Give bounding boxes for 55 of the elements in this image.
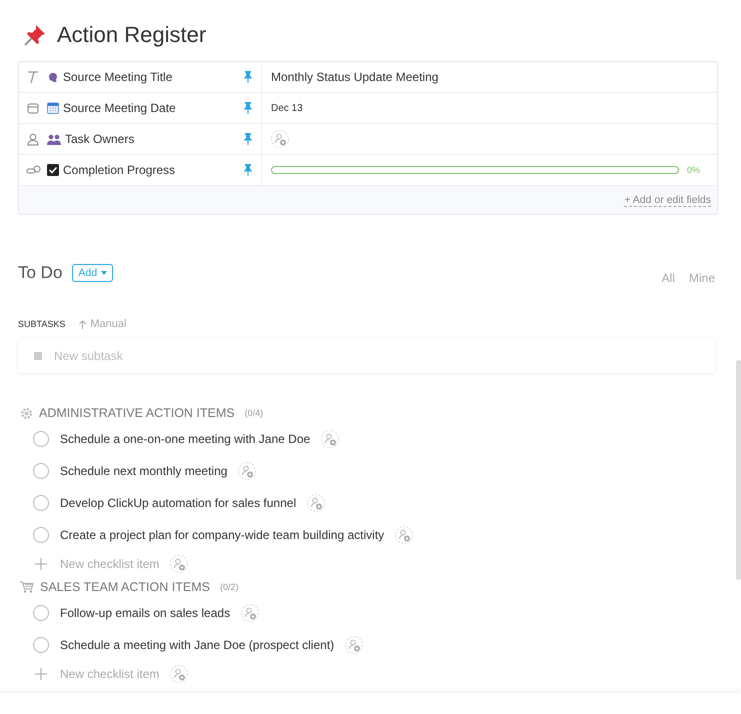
add-assignee-icon[interactable]	[321, 430, 340, 448]
page-title: Action Register	[57, 22, 206, 48]
add-assignee-icon[interactable]	[241, 604, 260, 622]
checklist-title: SALES TEAM ACTION ITEMS	[40, 580, 210, 594]
checkbox[interactable]	[33, 605, 49, 621]
calendar-icon	[47, 102, 59, 114]
add-assignee-icon[interactable]	[271, 130, 289, 148]
checklist-item[interactable]: Follow-up emails on sales leads	[60, 606, 230, 620]
field-name: Task Owners	[65, 132, 136, 146]
pin-icon[interactable]	[243, 133, 253, 145]
add-assignee-icon[interactable]	[345, 636, 364, 654]
subtasks-label: SUBTASKS	[18, 319, 66, 329]
checkbox-icon	[47, 164, 59, 176]
checklist-item[interactable]: Schedule a meeting with Jane Doe (prospect client)	[60, 638, 334, 652]
arrow-up-icon	[79, 320, 86, 328]
scrollbar[interactable]	[736, 360, 741, 580]
progress-reading: 0%	[687, 165, 702, 175]
field-name: Source Meeting Title	[63, 70, 174, 84]
checklist-count: (0/4)	[244, 408, 264, 418]
field-name: Source Meeting Date	[63, 101, 177, 115]
caret-icon	[101, 271, 108, 275]
add-assignee-icon[interactable]	[170, 665, 188, 683]
checklist-item[interactable]: Schedule a one-on-one meeting with Jane Doe	[60, 432, 310, 446]
checkbox[interactable]	[33, 527, 49, 543]
pushpin-icon	[23, 23, 47, 47]
add-assignee-icon[interactable]	[395, 526, 414, 544]
checklist-count: (0/2)	[220, 582, 238, 592]
gear-icon	[20, 406, 33, 420]
calendar-icon	[27, 102, 39, 114]
date-value[interactable]: Dec 13	[271, 102, 303, 114]
add-assignee-icon[interactable]	[170, 555, 188, 573]
checkbox[interactable]	[33, 637, 49, 653]
speech-head-icon	[47, 71, 59, 83]
progress-type-icon	[26, 165, 40, 175]
text-type-icon	[27, 70, 39, 84]
checkbox[interactable]	[33, 495, 49, 511]
people-icon	[47, 134, 61, 144]
pin-icon[interactable]	[243, 102, 253, 114]
checklist-item[interactable]: Create a project plan for company-wide team building activity	[60, 528, 384, 542]
plus-icon[interactable]	[35, 668, 47, 680]
checklist-title: ADMINISTRATIVE ACTION ITEMS	[39, 406, 235, 420]
checklist-item[interactable]: Develop ClickUp automation for sales funnel	[60, 496, 296, 510]
pin-icon[interactable]	[243, 164, 253, 176]
person-icon	[27, 132, 39, 146]
field-value[interactable]: Monthly Status Update Meeting	[271, 70, 438, 84]
field-name: Completion Progress	[63, 163, 176, 177]
cart-icon	[20, 581, 34, 593]
checkbox[interactable]	[33, 431, 49, 447]
checkbox[interactable]	[33, 463, 49, 479]
section-title: To Do	[18, 263, 62, 283]
checklist-item[interactable]: Schedule next monthly meeting	[60, 464, 228, 478]
plus-icon[interactable]	[35, 558, 47, 570]
pin-icon[interactable]	[243, 71, 253, 83]
add-assignee-icon[interactable]	[238, 462, 256, 480]
add-assignee-icon[interactable]	[307, 494, 326, 512]
